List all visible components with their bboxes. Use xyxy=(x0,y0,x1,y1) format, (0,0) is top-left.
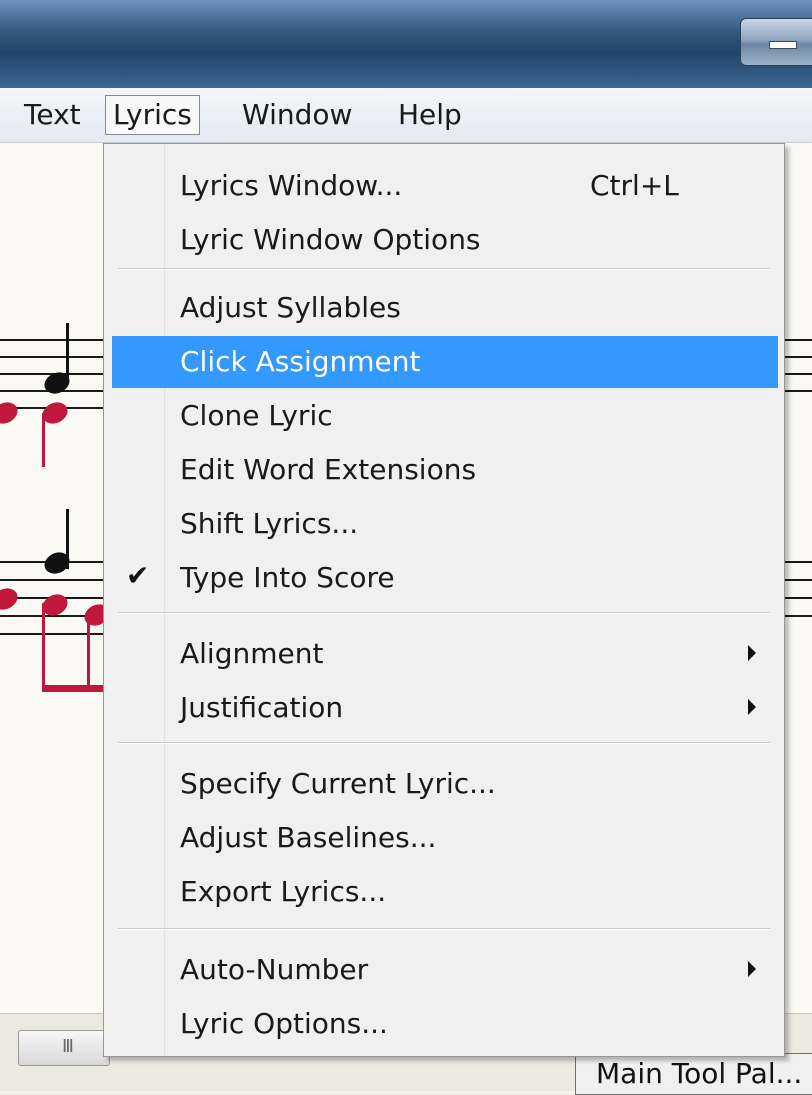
staff-line xyxy=(784,579,812,581)
menu-item-adjust-syllables[interactable]: Adjust Syllables xyxy=(112,282,778,334)
menu-item-justification[interactable]: Justification xyxy=(112,682,778,734)
staff-line xyxy=(0,356,104,358)
red-note xyxy=(0,398,22,428)
staff-line xyxy=(784,615,812,617)
menu-item-auto-number[interactable]: Auto-Number xyxy=(112,944,778,996)
menu-item-label: Lyric Window Options xyxy=(180,223,481,256)
staff-line xyxy=(784,390,812,392)
red-note-stem xyxy=(42,603,45,691)
menu-separator xyxy=(118,928,770,930)
menu-item-lyric-options[interactable]: Lyric Options... xyxy=(112,998,778,1050)
menu-separator xyxy=(118,268,770,270)
red-note xyxy=(0,584,22,614)
menu-item-shift-lyrics[interactable]: Shift Lyrics... xyxy=(112,498,778,550)
menu-lyrics[interactable]: Lyrics xyxy=(105,95,200,135)
shortcut-label: Ctrl+L xyxy=(590,169,679,202)
menu-separator xyxy=(118,612,770,614)
staff-line xyxy=(784,339,812,341)
menu-item-lyric-window-options[interactable]: Lyric Window Options xyxy=(112,214,778,266)
menu-item-label: Shift Lyrics... xyxy=(180,507,359,540)
staff-line xyxy=(784,373,812,375)
menu-item-label: Lyrics Window... xyxy=(180,169,403,202)
menu-item-clone-lyric[interactable]: Clone Lyric xyxy=(112,390,778,442)
menu-item-label: Type Into Score xyxy=(180,561,395,594)
menu-bar: Text Lyrics Window Help xyxy=(0,88,812,143)
menu-item-lyrics-window[interactable]: Lyrics Window... Ctrl+L xyxy=(112,160,778,212)
menu-item-label: Alignment xyxy=(180,637,324,670)
menu-item-label: Clone Lyric xyxy=(180,399,333,432)
main-tool-palette-tab[interactable]: Main Tool Pal... xyxy=(575,1053,812,1095)
menu-item-label: Adjust Syllables xyxy=(180,291,401,324)
red-note-beam xyxy=(42,685,104,692)
menu-item-label: Click Assignment xyxy=(180,345,421,378)
lyrics-dropdown-menu: Lyrics Window... Ctrl+L Lyric Window Opt… xyxy=(103,143,785,1057)
submenu-arrow-icon xyxy=(748,699,756,715)
menu-item-label: Export Lyrics... xyxy=(180,875,387,908)
menu-window[interactable]: Window xyxy=(242,96,352,134)
menu-item-label: Auto-Number xyxy=(180,953,369,986)
menu-item-type-into-score[interactable]: ✔ Type Into Score xyxy=(112,552,778,604)
menu-text[interactable]: Text xyxy=(24,96,81,134)
menu-item-label: Specify Current Lyric... xyxy=(180,767,496,800)
staff-line xyxy=(784,561,812,563)
menu-item-alignment[interactable]: Alignment xyxy=(112,628,778,680)
submenu-arrow-icon xyxy=(748,645,756,661)
menu-item-edit-word-extensions[interactable]: Edit Word Extensions xyxy=(112,444,778,496)
staff-line xyxy=(784,597,812,599)
menu-item-click-assignment[interactable]: Click Assignment xyxy=(112,336,778,388)
menu-help[interactable]: Help xyxy=(398,96,462,134)
menu-item-adjust-baselines[interactable]: Adjust Baselines... xyxy=(112,812,778,864)
red-note-stem xyxy=(87,613,90,691)
red-note-stem xyxy=(42,413,45,467)
menu-item-export-lyrics[interactable]: Export Lyrics... xyxy=(112,866,778,918)
minimize-button[interactable] xyxy=(740,18,812,66)
menu-item-label: Justification xyxy=(180,691,344,724)
menu-item-label: Edit Word Extensions xyxy=(180,453,477,486)
staff-line xyxy=(784,356,812,358)
staff-line xyxy=(0,579,104,581)
window-title-bar xyxy=(0,0,812,89)
menu-item-label: Adjust Baselines... xyxy=(180,821,437,854)
checkmark-icon: ✔ xyxy=(126,559,150,592)
scroll-grip-icon: III xyxy=(62,1036,74,1057)
minimize-icon xyxy=(769,41,797,49)
menu-separator xyxy=(118,742,770,744)
staff-line xyxy=(0,339,104,341)
menu-item-label: Lyric Options... xyxy=(180,1007,388,1040)
submenu-arrow-icon xyxy=(748,961,756,977)
menu-item-specify-current-lyric[interactable]: Specify Current Lyric... xyxy=(112,758,778,810)
